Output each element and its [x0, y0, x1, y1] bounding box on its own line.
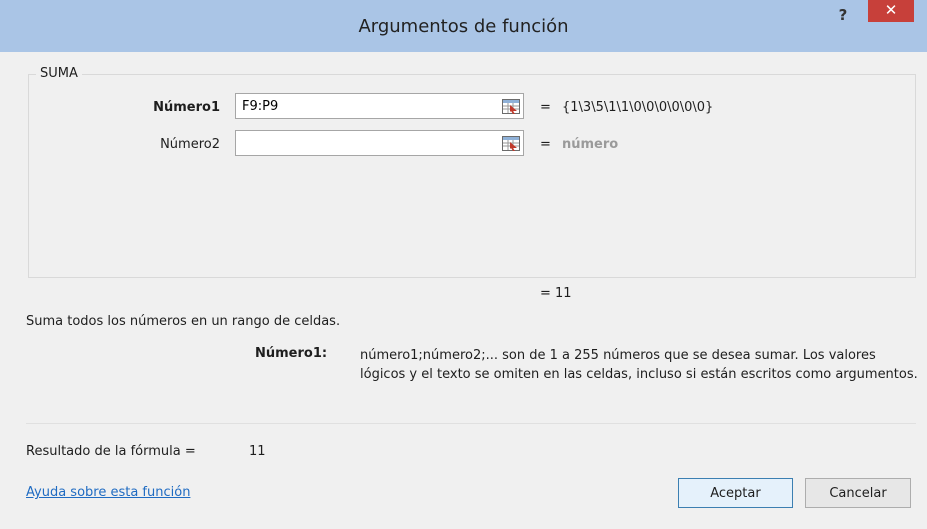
dialog-title: Argumentos de función — [358, 16, 569, 37]
arg1-evaluated-value: {1\3\5\1\1\0\0\0\0\0\0} — [562, 100, 714, 115]
arg1-input[interactable] — [235, 93, 524, 119]
function-description: Suma todos los números en un rango de ce… — [26, 314, 341, 329]
arg2-range-button[interactable] — [498, 132, 524, 154]
function-result-preview: = 11 — [540, 286, 572, 301]
function-arguments-dialog: Argumentos de función ? ✕ SUMA Número1 =… — [0, 0, 927, 529]
arg2-evaluated-value: número — [562, 137, 619, 152]
separator — [26, 423, 916, 424]
argument-help-text: número1;número2;... son de 1 a 255 númer… — [360, 348, 918, 382]
arg1-label: Número1 — [153, 100, 220, 115]
arg2-input[interactable] — [235, 130, 524, 156]
help-link[interactable]: Ayuda sobre esta función — [26, 485, 190, 500]
collapse-range-icon — [502, 98, 520, 114]
argument-help-name: Número1: — [255, 346, 328, 361]
title-bar[interactable]: Argumentos de función ? ✕ — [0, 0, 927, 52]
dialog-body: SUMA Número1 = {1\3\5\1\1\0\0\0\0\0\0} N… — [6, 52, 921, 522]
cancel-button[interactable]: Cancelar — [805, 478, 911, 508]
arg1-range-button[interactable] — [498, 95, 524, 117]
formula-result-value: 11 — [249, 444, 266, 459]
arg1-equals: = — [540, 100, 551, 115]
arg2-label: Número2 — [160, 137, 220, 152]
ok-button[interactable]: Aceptar — [678, 478, 793, 508]
function-name: SUMA — [36, 66, 82, 81]
formula-result-label: Resultado de la fórmula = — [26, 444, 196, 459]
collapse-range-icon — [502, 135, 520, 151]
close-button[interactable]: ✕ — [868, 0, 914, 22]
arg2-equals: = — [540, 137, 551, 152]
help-button[interactable]: ? — [830, 6, 856, 28]
